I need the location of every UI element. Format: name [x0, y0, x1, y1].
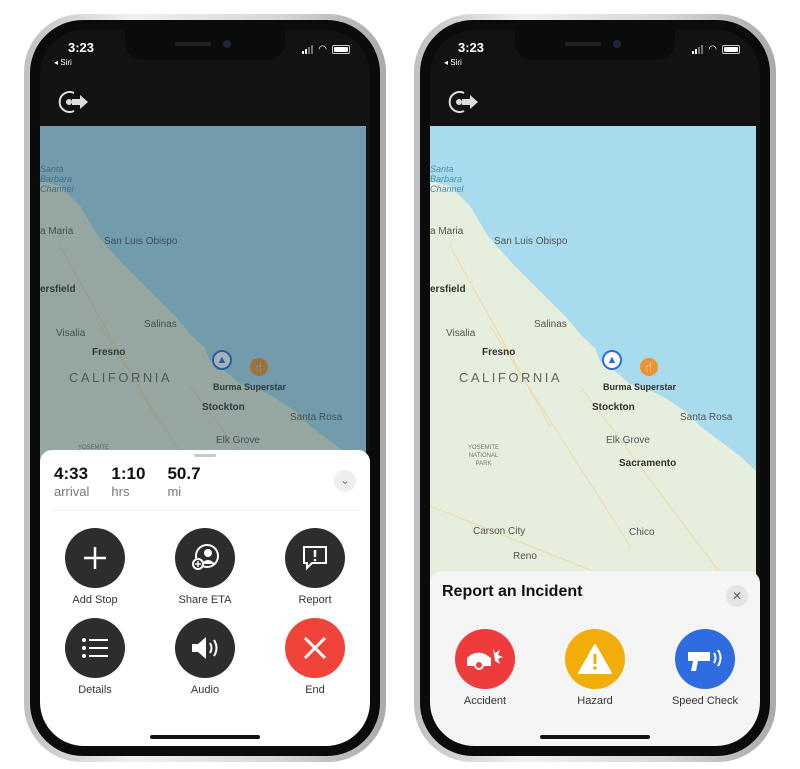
- exit-icon[interactable]: [54, 88, 94, 116]
- exit-icon[interactable]: [444, 88, 484, 116]
- back-to-siri[interactable]: ◂ Siri: [54, 58, 72, 67]
- list-icon: [82, 638, 108, 658]
- notch: [515, 30, 675, 60]
- map-label-elk-grove: Elk Grove: [606, 435, 650, 446]
- map-label-sacramento: Sacramento: [619, 458, 677, 469]
- screen-navigation: 3:23 ◂ Siri ◠ Santa Barbara Channel a Ma…: [40, 30, 370, 746]
- details-button[interactable]: Details: [40, 618, 150, 696]
- screen-report: 3:23 ◂ Siri ◠ Santa Barbara Channel a Ma…: [430, 30, 760, 746]
- map-label-visalia: Visalia: [446, 328, 476, 339]
- collapse-chevron-icon[interactable]: ⌄: [334, 470, 356, 492]
- map-view[interactable]: Santa Barbara Channel a Maria San Luis O…: [430, 126, 756, 586]
- status-time: 3:23: [458, 40, 485, 55]
- back-to-siri[interactable]: ◂ Siri: [444, 58, 462, 67]
- status-time: 3:23: [68, 40, 95, 55]
- map-label-destination[interactable]: Burma Superstar: [603, 382, 676, 392]
- divider: [52, 510, 358, 511]
- arrival-label: arrival: [54, 484, 90, 499]
- audio-button[interactable]: Audio: [150, 618, 260, 696]
- arrival-value: 4:33: [54, 464, 89, 483]
- map-label-channel: Santa Barbara Channel: [430, 164, 464, 194]
- map-label-chico: Chico: [629, 527, 655, 538]
- arrival-stat: 4:33 arrival: [54, 464, 89, 499]
- end-button[interactable]: End: [260, 618, 370, 696]
- map-label-santa-maria: a Maria: [430, 226, 464, 237]
- speaker-icon: [192, 637, 218, 659]
- map-label-carson-city: Carson City: [473, 526, 526, 537]
- report-label: Report: [298, 594, 332, 606]
- sheet-grabber[interactable]: [194, 454, 216, 457]
- add-stop-label: Add Stop: [72, 594, 118, 606]
- map-label-state: CALIFORNIA: [459, 370, 563, 385]
- warning-triangle-icon: [565, 629, 625, 689]
- battery-icon: [722, 45, 740, 54]
- share-person-icon: [192, 544, 219, 570]
- add-stop-button[interactable]: Add Stop: [40, 528, 150, 606]
- map-label-santa-rosa: Santa Rosa: [680, 412, 733, 423]
- plus-icon: [84, 547, 106, 569]
- home-indicator[interactable]: [150, 735, 260, 739]
- battery-icon: [332, 45, 350, 54]
- notch: [125, 30, 285, 60]
- report-incident-sheet: Report an Incident ✕ Accident Hazard Spe…: [430, 571, 760, 746]
- phone-right: 3:23 ◂ Siri ◠ Santa Barbara Channel a Ma…: [414, 14, 776, 762]
- map-label-bakersfield: ersfield: [430, 284, 466, 295]
- wifi-icon: ◠: [318, 44, 327, 55]
- map-label-stockton: Stockton: [592, 402, 635, 413]
- distance-value: 50.7: [167, 464, 201, 483]
- distance-stat: 50.7 mi: [167, 464, 200, 499]
- close-icon[interactable]: ✕: [726, 585, 748, 607]
- navigation-sheet: 4:33 arrival 1:10 hrs 50.7 mi ⌄ Add Stop Sh…: [40, 450, 370, 746]
- hazard-button[interactable]: Hazard: [540, 629, 650, 707]
- report-button[interactable]: Report: [260, 528, 370, 606]
- end-label: End: [305, 684, 325, 696]
- audio-label: Audio: [190, 684, 220, 696]
- speed-check-label: Speed Check: [671, 695, 739, 707]
- speed-gun-icon: [675, 629, 735, 689]
- accident-icon: [455, 629, 515, 689]
- map-label-park: YOSEMITE NATIONAL PARK: [468, 445, 500, 467]
- map-label-san-luis-obispo: San Luis Obispo: [494, 236, 568, 247]
- details-label: Details: [78, 684, 112, 696]
- user-location-icon: ▲: [602, 350, 622, 370]
- map-label-reno: Reno: [513, 551, 537, 562]
- signal-icon: [692, 45, 704, 54]
- duration-stat: 1:10 hrs: [111, 464, 145, 499]
- duration-label: hrs: [111, 484, 130, 499]
- sheet-title: Report an Incident: [442, 583, 583, 600]
- land-shape: [430, 181, 756, 586]
- share-eta-button[interactable]: Share ETA: [150, 528, 260, 606]
- hazard-label: Hazard: [577, 695, 613, 707]
- speed-check-button[interactable]: Speed Check: [650, 629, 760, 707]
- carplay-bar: [40, 80, 370, 126]
- x-icon: [303, 636, 327, 660]
- home-indicator[interactable]: [540, 735, 650, 739]
- map-label-salinas: Salinas: [534, 319, 567, 330]
- phone-left: 3:23 ◂ Siri ◠ Santa Barbara Channel a Ma…: [24, 14, 386, 762]
- share-eta-label: Share ETA: [178, 594, 232, 606]
- accident-label: Accident: [463, 695, 507, 707]
- map-label-fresno: Fresno: [482, 347, 516, 358]
- distance-label: mi: [167, 484, 182, 499]
- wifi-icon: ◠: [708, 44, 717, 55]
- accident-button[interactable]: Accident: [430, 629, 540, 707]
- carplay-bar: [430, 80, 760, 126]
- restaurant-pin-icon[interactable]: 🍴: [640, 358, 658, 376]
- signal-icon: [302, 45, 314, 54]
- duration-value: 1:10: [111, 464, 146, 483]
- report-bubble-icon: [303, 546, 327, 571]
